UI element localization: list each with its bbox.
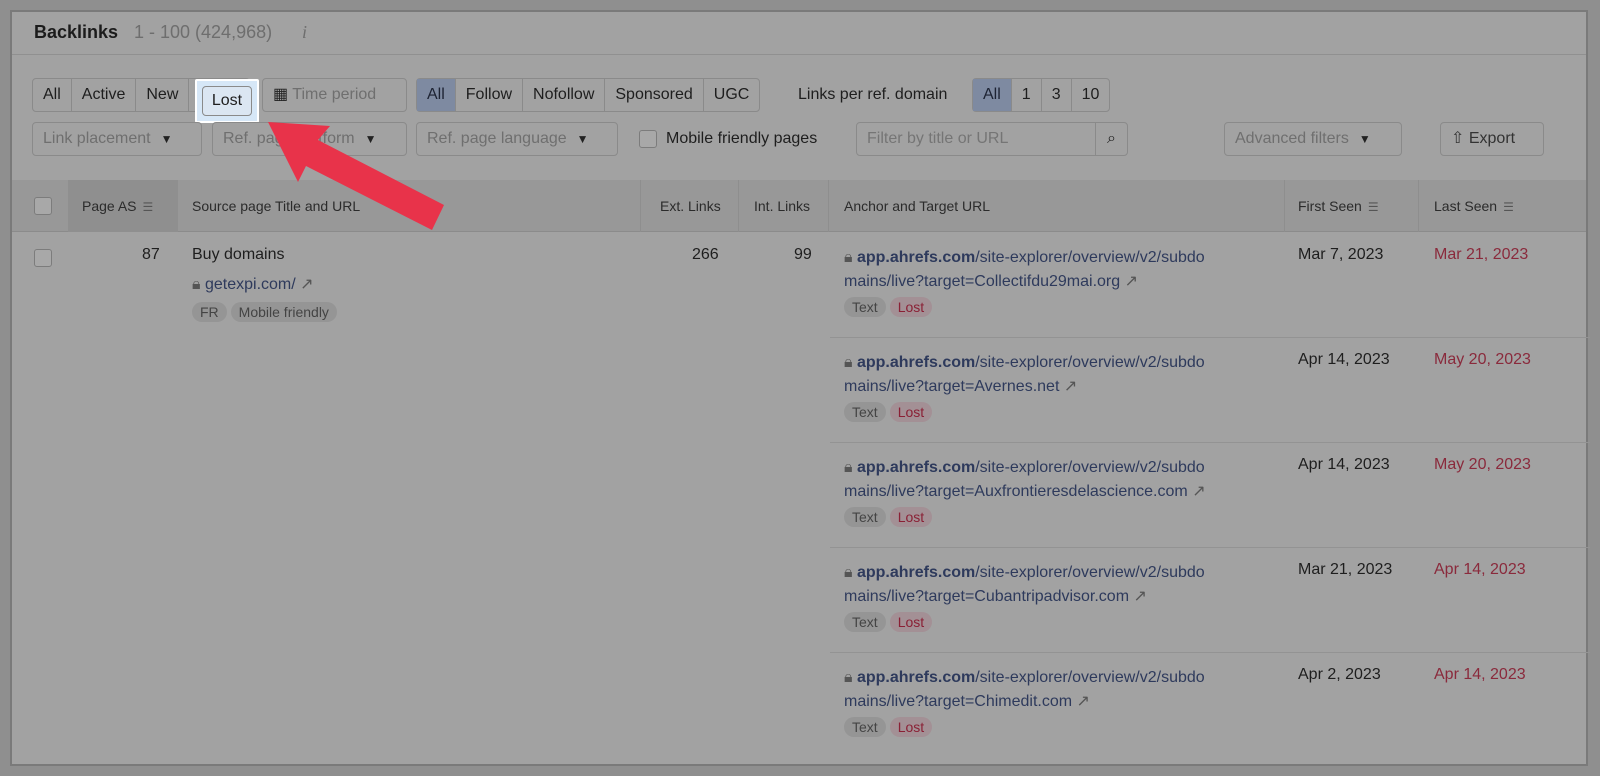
red-arrow-annotation [268, 122, 444, 230]
arrow-icon [268, 122, 444, 230]
